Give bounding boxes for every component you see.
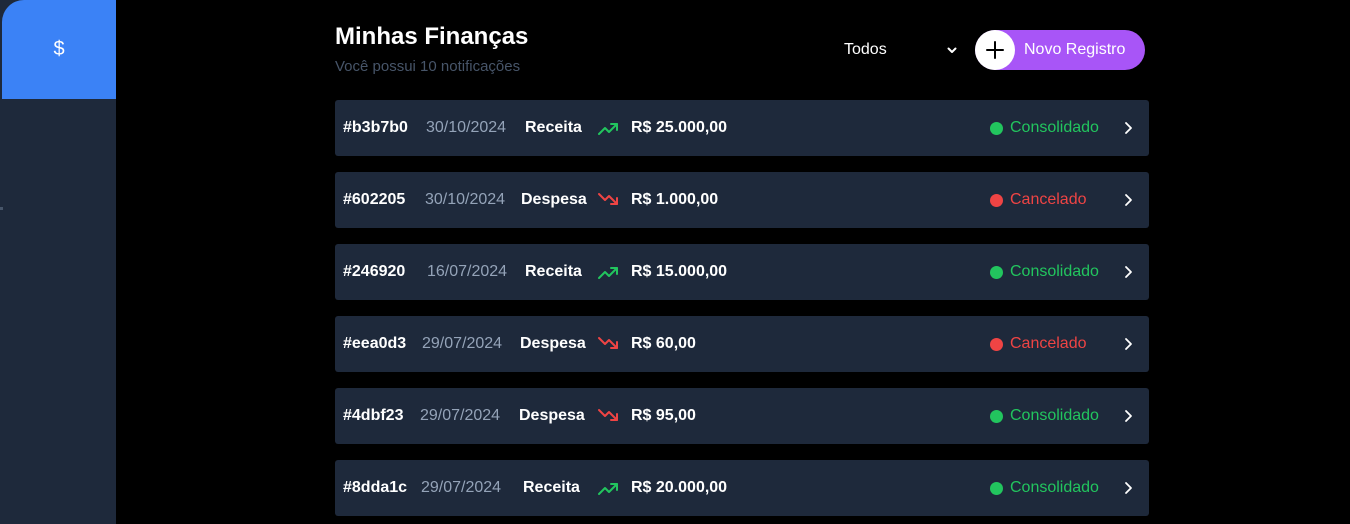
status-badge: Consolidado <box>990 263 1099 281</box>
record-id: #602205 <box>343 191 406 208</box>
record-date: 30/10/2024 <box>426 119 507 136</box>
status-label: Consolidado <box>1010 263 1099 280</box>
main-content: Minhas Finanças Você possui 10 notificaç… <box>335 0 1149 524</box>
record-type: Receita <box>523 479 580 496</box>
new-record-label: Novo Registro <box>1024 41 1126 58</box>
sidebar: $ <box>0 0 116 524</box>
sidebar-edge-mark <box>0 207 3 210</box>
status-label: Consolidado <box>1010 407 1099 424</box>
record-amount: R$ 60,00 <box>631 335 696 352</box>
chevron-down-icon <box>945 43 959 57</box>
record-row[interactable]: #246920 16/07/2024 Receita R$ 15.000,00 Cons… <box>335 244 1149 300</box>
trending-down-icon <box>597 335 619 353</box>
record-type: Receita <box>525 263 582 280</box>
status-badge: Cancelado <box>990 335 1087 353</box>
record-date: 29/07/2024 <box>422 335 503 352</box>
notifications-subtitle: Você possui 10 notificações <box>335 58 521 75</box>
dollar-icon: $ <box>53 38 65 60</box>
record-row[interactable]: #602205 30/10/2024 Despesa R$ 1.000,00 Cance… <box>335 172 1149 228</box>
record-id: #8dda1c <box>343 479 408 496</box>
record-amount: R$ 20.000,00 <box>631 479 728 496</box>
chevron-right-icon[interactable] <box>1122 192 1136 208</box>
record-type: Despesa <box>519 407 585 424</box>
filter-select[interactable]: Todos <box>830 36 965 64</box>
record-amount: R$ 95,00 <box>631 407 696 424</box>
status-badge: Consolidado <box>990 119 1099 137</box>
status-dot <box>990 193 1003 207</box>
chevron-right-icon[interactable] <box>1122 120 1136 136</box>
status-label: Consolidado <box>1010 479 1099 496</box>
chevron-right-icon[interactable] <box>1122 480 1136 496</box>
record-id: #4dbf23 <box>343 407 404 424</box>
record-row[interactable]: #4dbf23 29/07/2024 Despesa R$ 95,00 Consolid… <box>335 388 1149 444</box>
status-badge: Cancelado <box>990 191 1087 209</box>
record-date: 29/07/2024 <box>421 479 502 496</box>
record-amount: R$ 25.000,00 <box>631 119 728 136</box>
sidebar-item-finances[interactable]: $ <box>2 0 116 99</box>
trending-up-icon <box>597 479 619 497</box>
plus-icon <box>975 30 1015 70</box>
status-badge: Consolidado <box>990 479 1099 497</box>
record-row[interactable]: #b3b7b0 30/10/2024 Receita R$ 25.000,00 Cons… <box>335 100 1149 156</box>
status-dot <box>990 121 1003 135</box>
record-type: Despesa <box>520 335 586 352</box>
record-id: #eea0d3 <box>343 335 407 352</box>
trending-down-icon <box>597 407 619 425</box>
status-dot <box>990 481 1003 495</box>
record-type: Despesa <box>521 191 587 208</box>
status-dot <box>990 337 1003 351</box>
new-record-button[interactable]: Novo Registro <box>975 30 1145 70</box>
record-id: #246920 <box>343 263 406 280</box>
record-row[interactable]: #8dda1c 29/07/2024 Receita R$ 20.000,00 Cons… <box>335 460 1149 516</box>
record-date: 16/07/2024 <box>427 263 508 280</box>
record-amount: R$ 1.000,00 <box>631 191 719 208</box>
record-amount: R$ 15.000,00 <box>631 263 728 280</box>
chevron-right-icon[interactable] <box>1122 408 1136 424</box>
chevron-right-icon[interactable] <box>1122 264 1136 280</box>
filter-value: Todos <box>844 41 887 58</box>
trending-up-icon <box>597 119 619 137</box>
page-title: Minhas Finanças <box>335 23 529 50</box>
record-date: 29/07/2024 <box>420 407 501 424</box>
trending-down-icon <box>597 191 619 209</box>
record-date: 30/10/2024 <box>425 191 506 208</box>
status-badge: Consolidado <box>990 407 1099 425</box>
status-label: Consolidado <box>1010 119 1099 136</box>
record-id: #b3b7b0 <box>343 119 408 136</box>
record-row[interactable]: #eea0d3 29/07/2024 Despesa R$ 60,00 Cancelad… <box>335 316 1149 372</box>
status-label: Cancelado <box>1010 335 1087 352</box>
trending-up-icon <box>597 263 619 281</box>
status-dot <box>990 409 1003 423</box>
record-type: Receita <box>525 119 582 136</box>
status-label: Cancelado <box>1010 191 1087 208</box>
status-dot <box>990 265 1003 279</box>
chevron-right-icon[interactable] <box>1122 336 1136 352</box>
